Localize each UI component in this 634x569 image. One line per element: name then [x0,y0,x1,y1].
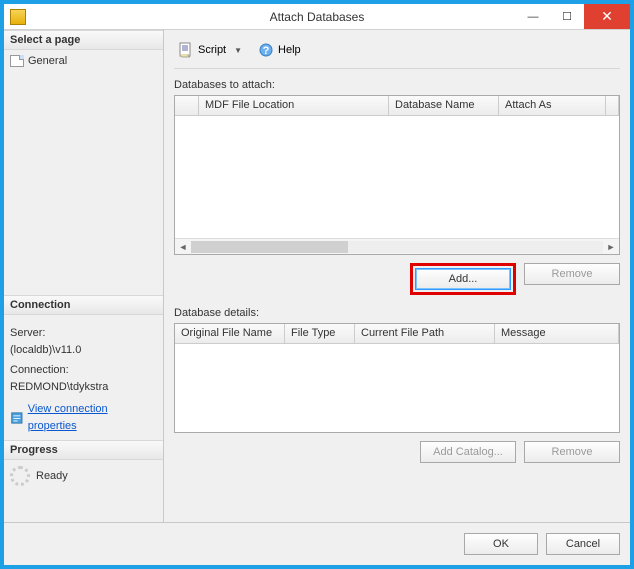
view-connection-properties-link[interactable]: View connection properties [28,401,157,434]
svg-text:?: ? [263,45,270,57]
database-details-grid[interactable]: Original File Name File Type Current Fil… [174,323,620,433]
titlebar[interactable]: Attach Databases — ☐ ✕ [4,4,630,30]
add-catalog-button: Add Catalog... [420,441,516,463]
toolbar: Script ▼ ? Help [174,36,620,69]
col-attach-as[interactable]: Attach As [499,96,606,115]
col-message[interactable]: Message [495,324,619,343]
attach-grid-header: MDF File Location Database Name Attach A… [175,96,619,116]
col-database-name[interactable]: Database Name [389,96,499,115]
row-header-stub [175,96,199,115]
details-grid-body[interactable] [175,344,619,432]
left-pane: Select a page General Connection Server:… [4,30,164,522]
col-file-type[interactable]: File Type [285,324,355,343]
close-button[interactable]: ✕ [584,4,630,29]
remove-detail-button: Remove [524,441,620,463]
scroll-left-icon[interactable]: ◄ [175,242,191,252]
database-details-label: Database details: [174,307,620,319]
scroll-right-icon[interactable]: ► [603,242,619,252]
server-label: Server: [10,325,157,342]
ok-button[interactable]: OK [464,533,538,555]
remove-button: Remove [524,263,620,285]
help-label: Help [278,44,301,56]
databases-to-attach-grid[interactable]: MDF File Location Database Name Attach A… [174,95,620,255]
page-label: General [28,55,67,67]
server-value: (localdb)\v11.0 [10,342,157,359]
horizontal-scrollbar[interactable]: ◄ ► [175,238,619,254]
page-icon [10,55,24,67]
right-pane: Script ▼ ? Help Databases to attach: MDF… [164,30,630,522]
connection-value: REDMOND\tdykstra [10,379,157,396]
progress-block: Ready [4,460,163,492]
maximize-button[interactable]: ☐ [550,4,584,29]
connection-info: Server: (localdb)\v11.0 Connection: REDM… [4,315,163,440]
chevron-down-icon[interactable]: ▼ [234,46,242,55]
script-label: Script [198,44,226,56]
connection-header: Connection [4,295,163,315]
attach-grid-body[interactable] [175,116,619,238]
scroll-track[interactable] [191,241,603,253]
database-icon [10,9,26,25]
scroll-thumb[interactable] [191,241,348,253]
progress-header: Progress [4,440,163,460]
progress-spinner-icon [10,466,30,486]
attach-databases-dialog: Attach Databases — ☐ ✕ Select a page Gen… [0,0,634,569]
col-current-file-path[interactable]: Current File Path [355,324,495,343]
details-grid-header: Original File Name File Type Current Fil… [175,324,619,344]
col-mdf-file-location[interactable]: MDF File Location [199,96,389,115]
col-overflow [606,96,619,115]
connection-label: Connection: [10,362,157,379]
select-page-header: Select a page [4,30,163,50]
col-original-file-name[interactable]: Original File Name [175,324,285,343]
window-controls: — ☐ ✕ [516,4,630,29]
script-button[interactable]: Script ▼ [174,40,250,60]
script-icon [178,42,194,58]
minimize-button[interactable]: — [516,4,550,29]
add-button-highlight: Add... [410,263,516,295]
help-button[interactable]: ? Help [254,40,305,60]
databases-to-attach-label: Databases to attach: [174,79,620,91]
cancel-button[interactable]: Cancel [546,533,620,555]
help-icon: ? [258,42,274,58]
dialog-footer: OK Cancel [4,522,630,565]
add-button[interactable]: Add... [415,268,511,290]
progress-status: Ready [36,470,68,482]
properties-icon [10,411,24,425]
page-item-general[interactable]: General [10,54,157,68]
